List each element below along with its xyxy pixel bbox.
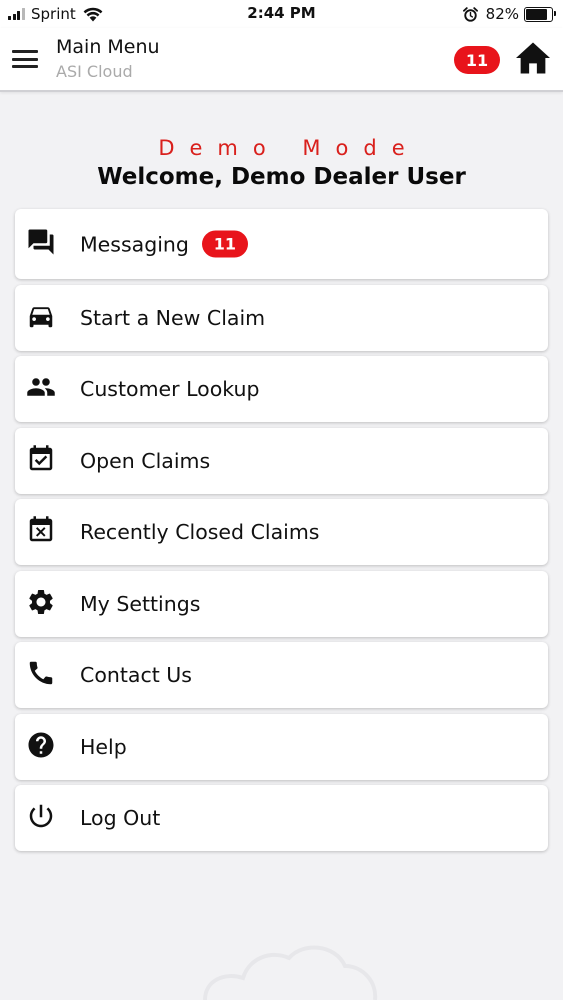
menu-item-customer-lookup[interactable]: Customer Lookup <box>15 356 548 422</box>
notification-badge[interactable]: 11 <box>454 46 500 74</box>
welcome-heading: Welcome, Demo Dealer User <box>97 164 466 190</box>
gear-icon <box>29 589 53 614</box>
phone-icon <box>29 661 53 685</box>
messaging-label: Messaging <box>80 232 189 256</box>
status-bar-right: 82% <box>462 4 556 24</box>
cloud-watermark-icon <box>203 945 378 1000</box>
demo-mode-label: Demo Mode <box>158 136 420 160</box>
menu-item-help[interactable]: Help <box>15 713 548 780</box>
customer-lookup-label: Customer Lookup <box>80 377 260 401</box>
app-header: Main Menu ASI Cloud 11 <box>0 28 563 92</box>
status-bar: Sprint 2:44 PM 82% <box>0 0 563 28</box>
help-label: Help <box>80 734 127 759</box>
menu-item-open-claims[interactable]: Open Claims <box>15 427 548 494</box>
contact-us-label: Contact Us <box>80 663 192 687</box>
hamburger-menu-icon[interactable] <box>12 48 38 70</box>
home-icon[interactable] <box>514 41 552 75</box>
log-out-label: Log Out <box>80 806 161 830</box>
menu-item-start-new-claim[interactable]: Start a New Claim <box>15 284 548 351</box>
menu-item-contact-us[interactable]: Contact Us <box>15 642 548 708</box>
menu-item-my-settings[interactable]: My Settings <box>15 570 548 637</box>
page-title: Main Menu <box>56 36 160 58</box>
car-icon <box>29 306 53 327</box>
people-icon <box>27 378 55 396</box>
menu-item-label: Messaging 11 <box>80 230 248 258</box>
battery-percent: 82% <box>485 5 519 23</box>
menu-item-recently-closed-claims[interactable]: Recently Closed Claims <box>15 499 548 565</box>
alarm-clock-icon <box>462 6 478 22</box>
chat-icon <box>28 229 54 255</box>
help-icon <box>28 732 54 757</box>
calendar-x-icon <box>29 516 53 542</box>
open-claims-label: Open Claims <box>80 448 211 473</box>
my-settings-label: My Settings <box>80 591 201 616</box>
recently-closed-claims-label: Recently Closed Claims <box>80 520 320 544</box>
menu-item-log-out[interactable]: Log Out <box>15 785 548 851</box>
page-subtitle: ASI Cloud <box>56 62 133 81</box>
calendar-check-icon <box>29 444 53 470</box>
main-menu-list: Messaging 11 Start a New Claim Customer … <box>15 209 548 857</box>
power-icon <box>29 804 53 828</box>
start-new-claim-label: Start a New Claim <box>80 305 266 330</box>
menu-item-messaging[interactable]: Messaging 11 <box>15 209 548 279</box>
battery-icon <box>524 6 556 22</box>
messaging-badge: 11 <box>201 230 248 258</box>
